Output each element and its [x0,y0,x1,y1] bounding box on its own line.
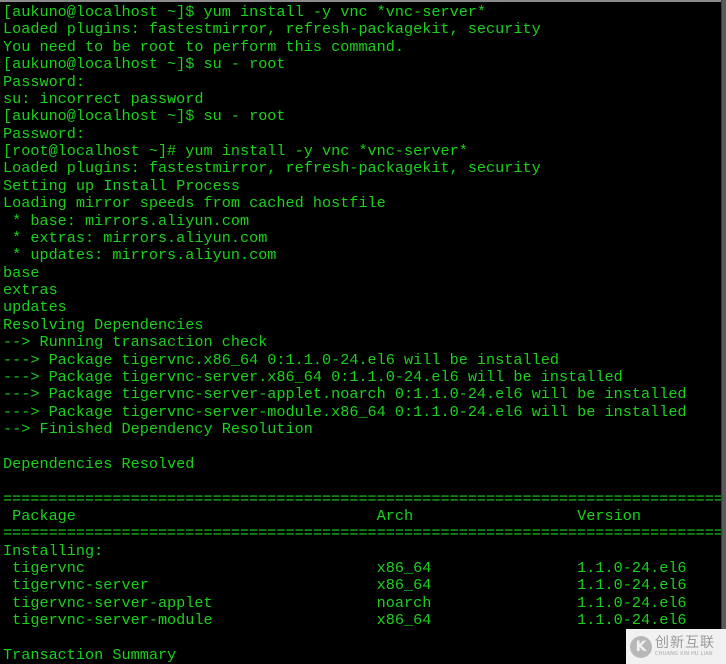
terminal-line: [aukuno@localhost ~]$ su - root [3,55,286,74]
table-row: tigervnc-server x86_64 1.1.0-24.el6 [3,576,687,595]
terminal-line: ---> Package tigervnc-server.x86_64 0:1.… [3,367,623,386]
table-row: tigervnc-server-applet noarch 1.1.0-24.e… [3,593,687,612]
terminal-line: ---> Package tigervnc.x86_64 0:1.1.0-24.… [3,350,559,369]
terminal-line: [root@localhost ~]# yum install -y vnc *… [3,142,468,160]
terminal-line: Transaction Summary [3,645,177,664]
separator-line: ========================================… [3,524,721,543]
terminal-line: * updates: mirrors.aliyun.com [3,246,277,265]
terminal-line: Dependencies Resolved [3,454,195,473]
terminal-line: Resolving Dependencies [3,315,204,334]
terminal-line: Loaded plugins: fastestmirror, refresh-p… [3,159,541,178]
watermark: K 创新互联 CHUANG XIN HU LIAN [626,629,726,664]
terminal-line: ---> Package tigervnc-server-applet.noar… [3,385,687,404]
terminal-line: --> Running transaction check [3,333,268,352]
terminal-line: Password: [3,72,86,91]
terminal-line: base [3,263,40,282]
terminal-line: Setting up Install Process [3,176,240,195]
brand-logo-icon: K [630,635,652,658]
terminal-line: Password: [3,124,86,143]
watermark-text: 创新互联 CHUANG XIN HU LIAN [655,636,715,657]
vertical-scrollbar[interactable] [721,0,726,664]
terminal-line: * base: mirrors.aliyun.com [3,211,250,230]
terminal-line: * extras: mirrors.aliyun.com [3,228,268,247]
watermark-brand-en: CHUANG XIN HU LIAN [655,651,713,657]
terminal-line: su: incorrect password [3,89,204,108]
table-header: Package Arch Version [3,506,641,525]
terminal-line: updates [3,298,67,317]
terminal-line: [aukuno@localhost ~]$ yum install -y vnc… [3,3,487,21]
table-row: tigervnc x86_64 1.1.0-24.el6 [3,559,687,577]
terminal-line: --> Finished Dependency Resolution [3,420,313,438]
table-row: tigervnc-server-module x86_64 1.1.0-24.e… [3,611,687,630]
terminal-line: [aukuno@localhost ~]$ su - root [3,107,286,126]
terminal-line: extras [3,281,58,299]
separator-line: ========================================… [3,489,721,508]
terminal-line: Loaded plugins: fastestmirror, refresh-p… [3,20,541,39]
terminal-line: Loading mirror speeds from cached hostfi… [3,194,386,213]
terminal-line: You need to be root to perform this comm… [3,37,405,56]
terminal-window[interactable]: [aukuno@localhost ~]$ yum install -y vnc… [0,0,721,664]
terminal-output: [aukuno@localhost ~]$ yum install -y vnc… [3,3,721,664]
watermark-brand-cn: 创新互联 [655,635,715,651]
terminal-line: ---> Package tigervnc-server-module.x86_… [3,402,687,421]
terminal-line: Installing: [3,541,104,560]
